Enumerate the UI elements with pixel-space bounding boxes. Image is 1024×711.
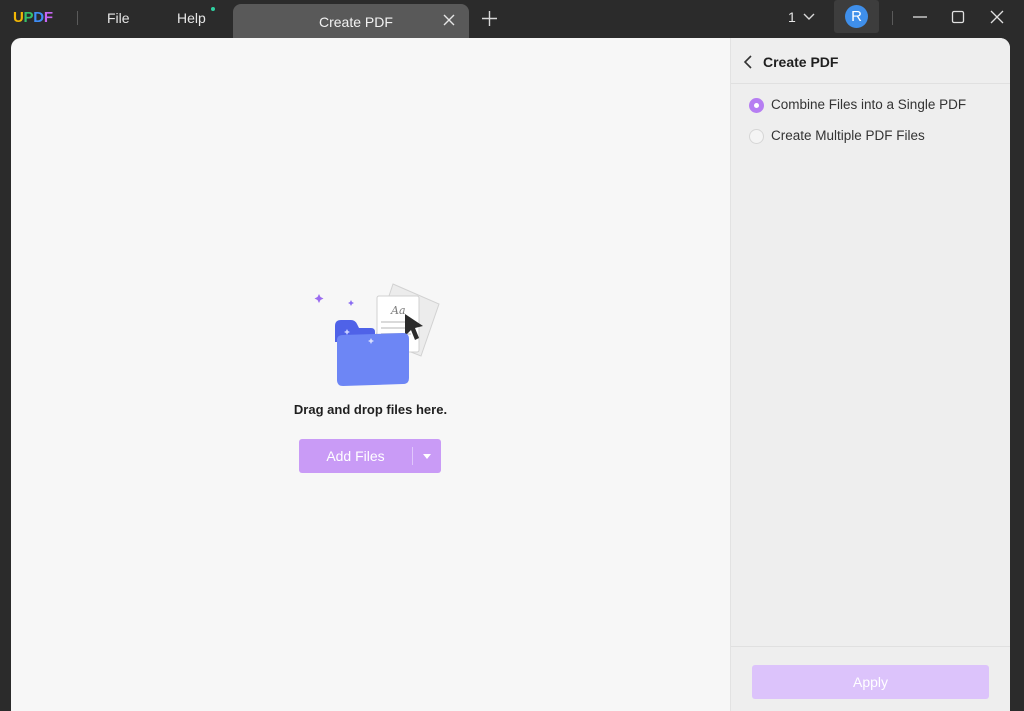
- menu-help[interactable]: Help: [177, 10, 206, 26]
- option-label: Create Multiple PDF Files: [771, 128, 925, 143]
- close-window-icon[interactable]: [988, 8, 1006, 26]
- workspace: Aa Drag and drop files here. Add Files C…: [11, 38, 1010, 711]
- account-button[interactable]: R: [834, 0, 879, 33]
- caret-down-icon[interactable]: [413, 439, 441, 473]
- panel-header: Create PDF: [731, 38, 1010, 84]
- divider: [892, 11, 893, 25]
- radio-button-selected[interactable]: [749, 98, 764, 113]
- folder-documents-icon: Aa: [314, 283, 440, 386]
- dropzone-instruction: Drag and drop files here.: [293, 402, 448, 417]
- panel-title: Create PDF: [763, 54, 839, 70]
- panel-footer: Apply: [731, 646, 1010, 711]
- title-bar: UPDF File Help Create PDF 1 R: [0, 0, 1024, 38]
- add-files-button[interactable]: Add Files: [299, 439, 441, 473]
- radio-button[interactable]: [749, 129, 764, 144]
- file-dropzone[interactable]: Aa Drag and drop files here. Add Files: [11, 38, 730, 711]
- add-files-label: Add Files: [326, 448, 385, 464]
- chevron-left-icon[interactable]: [743, 55, 753, 69]
- logo-letter: P: [23, 9, 34, 26]
- logo-letter: U: [13, 9, 24, 26]
- create-pdf-panel: Create PDF Combine Files into a Single P…: [730, 38, 1010, 711]
- plus-icon[interactable]: [481, 10, 498, 27]
- notification-dot: [211, 7, 215, 11]
- avatar: R: [845, 5, 868, 28]
- chevron-down-icon[interactable]: [802, 12, 816, 22]
- tab-label: Create PDF: [319, 14, 393, 30]
- apply-button[interactable]: Apply: [752, 665, 989, 699]
- logo-letter: D: [33, 9, 44, 26]
- maximize-icon[interactable]: [949, 8, 967, 26]
- minimize-icon[interactable]: [911, 8, 929, 26]
- svg-text:Aa: Aa: [390, 304, 406, 317]
- updf-logo: UPDF: [13, 9, 53, 26]
- divider: [77, 11, 78, 25]
- window-count[interactable]: 1: [788, 9, 796, 25]
- option-label: Combine Files into a Single PDF: [771, 97, 967, 112]
- logo-letter: F: [43, 9, 53, 26]
- menu-file[interactable]: File: [107, 10, 130, 26]
- tab-create-pdf[interactable]: Create PDF: [233, 4, 469, 38]
- close-icon[interactable]: [442, 13, 456, 27]
